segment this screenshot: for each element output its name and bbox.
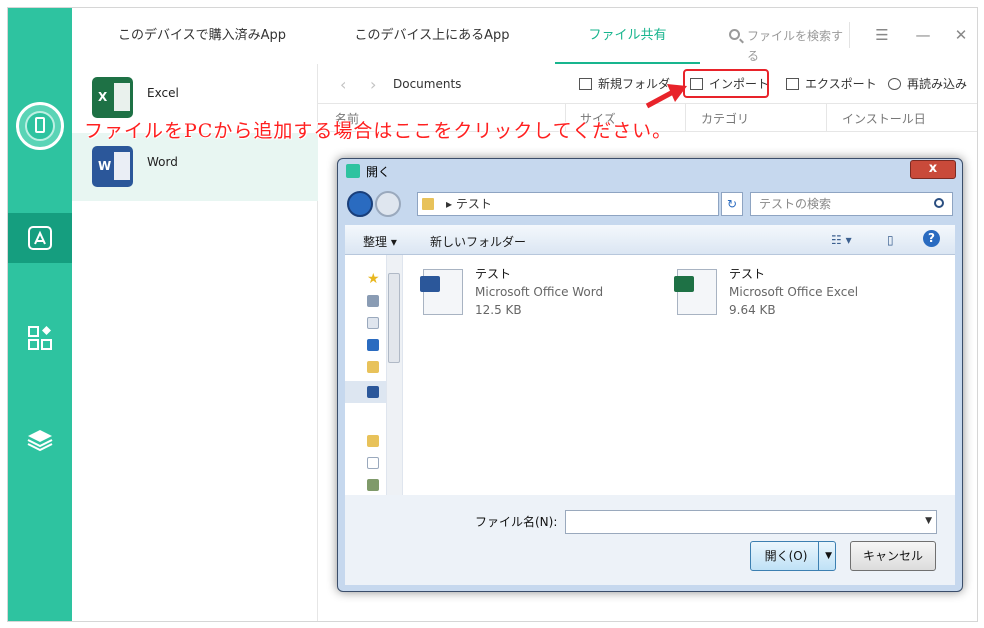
device-button[interactable] <box>16 102 64 150</box>
back-button[interactable] <box>347 191 373 217</box>
file-name: テスト <box>729 267 766 281</box>
reload-icon <box>888 78 901 90</box>
scrollbar-thumb[interactable] <box>388 273 400 363</box>
dialog-title: 開く <box>346 163 390 183</box>
file-type: Microsoft Office Excel <box>729 285 859 299</box>
dialog-search-input[interactable]: テストの検索 <box>750 192 953 216</box>
reload-button[interactable]: 再読み込み <box>888 74 967 94</box>
export-icon <box>786 78 799 90</box>
chevron-down-icon[interactable]: ▼ <box>825 542 832 570</box>
app-name: Excel <box>147 86 179 100</box>
desktop-icon[interactable] <box>367 295 379 307</box>
search-placeholder: ファイルを検索する <box>747 29 844 63</box>
refresh-button[interactable]: ↻ <box>721 192 743 216</box>
view-options-icon[interactable]: ☷ ▾ <box>831 233 852 247</box>
divider <box>826 104 827 132</box>
back-arrow-icon[interactable]: ‹ <box>340 75 346 94</box>
import-icon <box>690 78 703 90</box>
open-button[interactable]: 開く(O) ▼ <box>750 541 836 571</box>
document-icon[interactable] <box>367 317 379 329</box>
breadcrumb: Documents <box>393 77 462 91</box>
excel-file-icon <box>674 269 717 315</box>
search-icon <box>934 198 944 208</box>
word-file-icon <box>420 269 463 315</box>
tab-device-apps[interactable]: このデバイス上にあるApp <box>322 8 542 64</box>
address-bar: ▸ テスト ↻ テストの検索 <box>345 189 955 219</box>
annotation-arrow-icon <box>645 84 687 109</box>
document-icon[interactable] <box>367 457 379 469</box>
picture-icon[interactable] <box>367 479 379 491</box>
file-type: Microsoft Office Word <box>475 285 604 299</box>
organize-menu[interactable]: 整理 ▾ <box>363 233 397 250</box>
app-store-icon <box>26 224 54 252</box>
layers-icon[interactable] <box>26 426 54 454</box>
file-item-excel[interactable]: テスト Microsoft Office Excel 9.64 KB <box>674 265 917 325</box>
path-box[interactable]: ▸ テスト <box>417 192 719 216</box>
export-button[interactable]: エクスポート <box>786 74 877 94</box>
forward-arrow-icon[interactable]: › <box>370 75 376 94</box>
computer-icon <box>367 386 379 398</box>
file-size: 9.64 KB <box>729 303 776 317</box>
folder-icon <box>422 198 434 210</box>
app-name: Word <box>147 155 178 169</box>
file-name: テスト <box>475 267 512 281</box>
file-list: テスト Microsoft Office Word 12.5 KB テスト Mi… <box>403 255 955 495</box>
file-size: 12.5 KB <box>475 303 522 317</box>
chevron-down-icon[interactable]: ▼ <box>925 516 932 526</box>
selected-nav-item[interactable] <box>345 381 387 403</box>
tab-file-sharing[interactable]: ファイル共有 <box>555 8 700 64</box>
path-segment[interactable]: テスト <box>456 197 492 211</box>
favorites-star-icon[interactable]: ★ <box>367 271 380 287</box>
file-item-word[interactable]: テスト Microsoft Office Word 12.5 KB <box>420 265 663 325</box>
app-logo-icon <box>346 164 360 178</box>
divider <box>849 22 850 48</box>
forward-button[interactable] <box>375 191 401 217</box>
new-folder-icon <box>579 78 592 90</box>
library-icon[interactable] <box>367 435 379 447</box>
app-list: X Excel W Word <box>72 64 318 621</box>
word-icon: W <box>92 146 133 187</box>
help-icon[interactable]: ? <box>923 230 940 247</box>
dialog-footer: ファイル名(N): ▼ 開く(O) ▼ キャンセル <box>345 495 955 585</box>
dialog-close-button[interactable]: x <box>910 160 956 179</box>
col-category[interactable]: カテゴリ <box>701 110 749 127</box>
new-folder-button[interactable]: 新しいフォルダー <box>430 233 526 250</box>
annotation-text: ファイルをPCから追加する場合はここをクリックしてください。 <box>84 120 673 142</box>
open-file-dialog: 開く x ▸ テスト ↻ テストの検索 整理 ▾ 新しいフォルダー ☷ ▾ ▯ … <box>337 158 963 592</box>
cancel-button[interactable]: キャンセル <box>850 541 936 571</box>
phone-icon <box>25 111 55 141</box>
menu-icon[interactable]: ☰ <box>873 26 891 44</box>
toolbox-icon[interactable] <box>26 324 54 352</box>
dropbox-icon[interactable] <box>367 339 379 351</box>
search-input[interactable]: ファイルを検索する <box>727 26 852 63</box>
search-icon <box>729 29 740 40</box>
tab-purchased-apps[interactable]: このデバイスで購入済みApp <box>92 8 312 64</box>
filename-input[interactable]: ▼ <box>565 510 937 534</box>
close-icon[interactable]: ✕ <box>952 26 970 44</box>
left-rail <box>8 8 72 621</box>
navigation-pane: ★ <box>345 255 403 495</box>
top-tabs: このデバイスで購入済みApp このデバイス上にあるApp ファイル共有 ファイル… <box>72 8 977 64</box>
nav-scrollbar[interactable] <box>386 255 402 495</box>
list-item-word[interactable]: W Word <box>72 133 318 201</box>
minimize-icon[interactable]: — <box>914 26 932 44</box>
folder-icon[interactable] <box>367 361 379 373</box>
preview-pane-icon[interactable]: ▯ <box>887 233 894 247</box>
col-install-date[interactable]: インストール日 <box>842 110 926 127</box>
import-button[interactable]: インポート <box>690 74 769 94</box>
filename-label: ファイル名(N): <box>475 515 558 529</box>
excel-icon: X <box>92 77 133 118</box>
command-bar: 整理 ▾ 新しいフォルダー ☷ ▾ ▯ ? <box>345 225 955 255</box>
